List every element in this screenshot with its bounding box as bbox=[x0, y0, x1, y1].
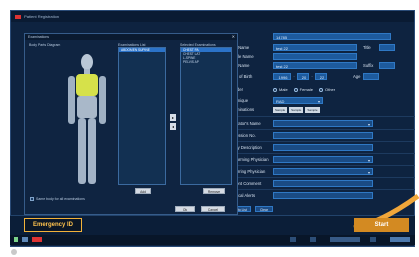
move-left-button[interactable]: ◂ bbox=[170, 123, 176, 130]
divider bbox=[225, 177, 415, 178]
chevron-down-icon: ▾ bbox=[367, 158, 370, 163]
start-button[interactable]: Start bbox=[354, 218, 409, 232]
status-indicator-icon bbox=[290, 237, 296, 242]
accession-field[interactable] bbox=[273, 132, 373, 139]
chevron-down-icon: ▾ bbox=[317, 99, 320, 104]
id-row: ID 14785 bbox=[225, 32, 415, 41]
same-body-checkbox[interactable] bbox=[30, 197, 34, 201]
body-right-leg bbox=[88, 118, 96, 184]
age-label: Age bbox=[353, 74, 361, 79]
chevron-down-icon: ▾ bbox=[367, 122, 370, 127]
examinations-dialog: Examinations ✕ Body Parts Diagram Examin… bbox=[24, 33, 238, 215]
remove-button[interactable]: Remove bbox=[203, 188, 225, 194]
dob-day-field[interactable]: 22 bbox=[315, 73, 327, 80]
status-indicator-icon bbox=[370, 237, 376, 242]
list-item[interactable]: ABDOMEN SUPINE bbox=[119, 48, 165, 52]
body-right-arm bbox=[99, 76, 106, 124]
last-name-field[interactable]: test 22 bbox=[273, 44, 357, 51]
emergency-id-button[interactable]: Emergency ID bbox=[24, 218, 82, 232]
gender-female[interactable]: Female bbox=[293, 87, 313, 92]
gender-male[interactable]: Male bbox=[273, 87, 288, 92]
comment-field[interactable] bbox=[273, 180, 373, 187]
middle-name-field[interactable] bbox=[273, 53, 357, 60]
ok-button[interactable]: Ok bbox=[175, 206, 195, 212]
status-slider[interactable] bbox=[330, 237, 360, 242]
divider bbox=[225, 129, 415, 130]
chevron-down-icon: ▾ bbox=[367, 170, 370, 175]
body-head bbox=[81, 54, 93, 70]
body-abdomen bbox=[77, 96, 97, 118]
radio-icon bbox=[319, 87, 324, 92]
list-item[interactable]: PELVIS AP bbox=[181, 60, 231, 64]
radio-icon bbox=[293, 87, 298, 92]
page-indicator-dot bbox=[11, 249, 17, 255]
examinations-list[interactable]: ABDOMEN SUPINE bbox=[118, 47, 166, 185]
alert-indicator-icon bbox=[32, 237, 42, 242]
performing-select[interactable]: ▾ bbox=[273, 156, 373, 163]
dob-year-field[interactable]: 1996 bbox=[273, 73, 291, 80]
body-left-leg bbox=[78, 118, 86, 184]
dob-month-field[interactable]: 20 bbox=[297, 73, 309, 80]
divider bbox=[225, 153, 415, 154]
body-diagram[interactable] bbox=[65, 52, 109, 192]
window-titlebar: Patient Registration bbox=[11, 11, 414, 22]
cancel-button[interactable]: Cancel bbox=[201, 206, 225, 212]
gender-other[interactable]: Other bbox=[319, 87, 335, 92]
body-left-arm bbox=[68, 76, 75, 124]
technique-select[interactable]: RAD ▾ bbox=[273, 97, 323, 104]
divider bbox=[225, 116, 415, 117]
divider bbox=[225, 165, 415, 166]
status-indicator-icon bbox=[14, 237, 18, 242]
window-title: Patient Registration bbox=[24, 14, 60, 19]
suffix-label: Suffix bbox=[363, 63, 374, 68]
same-body-checkbox-label: Same body for all examinations bbox=[36, 197, 85, 201]
status-indicator-icon bbox=[390, 237, 410, 242]
study-field[interactable] bbox=[273, 144, 373, 151]
first-name-field[interactable]: test 22 bbox=[273, 62, 357, 69]
clear-button[interactable]: Clear bbox=[255, 205, 273, 212]
status-bar bbox=[10, 235, 415, 245]
app-logo-icon bbox=[15, 14, 21, 19]
dialog-titlebar: Examinations ✕ bbox=[25, 34, 237, 40]
body-chest-highlight bbox=[76, 74, 98, 96]
title-field[interactable] bbox=[379, 44, 395, 51]
add-button[interactable]: Add bbox=[135, 188, 151, 194]
body-part-label: Body Parts Diagram bbox=[29, 43, 61, 47]
divider bbox=[225, 189, 415, 190]
radio-icon bbox=[273, 87, 277, 92]
suffix-field[interactable] bbox=[379, 62, 395, 69]
close-icon[interactable]: ✕ bbox=[232, 34, 235, 40]
body-neck bbox=[84, 69, 90, 74]
exam-chip[interactable]: Sample bbox=[305, 106, 320, 113]
status-indicator-icon bbox=[310, 237, 316, 242]
age-field[interactable] bbox=[363, 73, 379, 80]
exam-chip[interactable]: Sample bbox=[289, 106, 304, 113]
title-label: Title bbox=[363, 45, 371, 50]
exam-chip[interactable]: Sample bbox=[273, 106, 288, 113]
id-field[interactable]: 14785 bbox=[273, 33, 391, 40]
status-indicator-icon bbox=[22, 237, 28, 242]
move-right-button[interactable]: ▸ bbox=[170, 114, 176, 121]
operator-select[interactable]: ▾ bbox=[273, 120, 373, 127]
referring-select[interactable]: ▾ bbox=[273, 168, 373, 175]
divider bbox=[225, 141, 415, 142]
selected-examinations-list[interactable]: CHEST PA CHEST LAT L-SPINE PELVIS AP bbox=[180, 47, 232, 185]
